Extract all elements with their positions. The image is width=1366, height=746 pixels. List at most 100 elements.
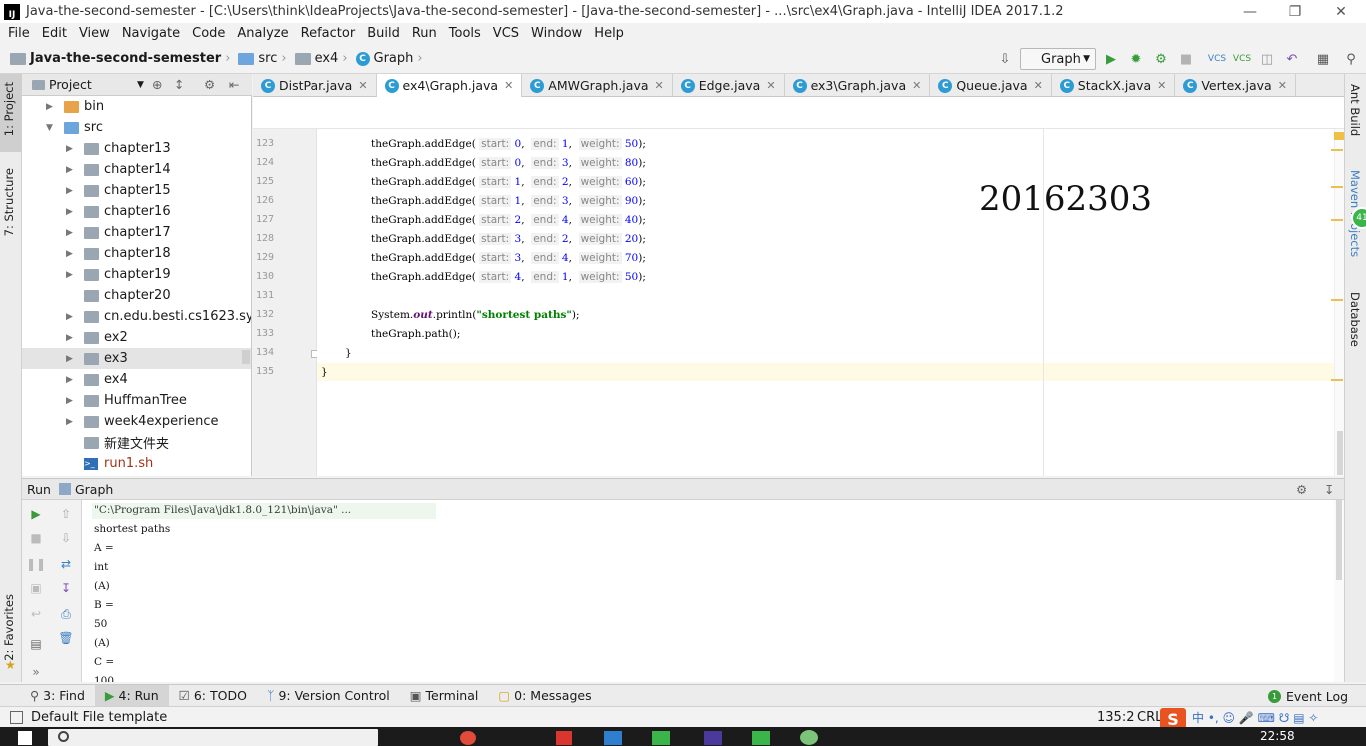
chevron-right-icon[interactable]: ▶ bbox=[66, 186, 73, 196]
editor-tab[interactable]: C Queue.java ✕ bbox=[930, 74, 1052, 97]
tree-item[interactable]: ▶ cn.edu.besti.cs1623.syx230 bbox=[22, 306, 251, 327]
down-arrow-icon[interactable]: ⇩ bbox=[58, 530, 74, 546]
browser-icon[interactable] bbox=[460, 731, 476, 745]
breadcrumb-package[interactable]: ex4 › bbox=[294, 51, 352, 66]
collapse-icon[interactable]: ↕ bbox=[174, 77, 184, 92]
tab-find[interactable]: ⚲ 3: Find bbox=[20, 685, 95, 707]
app-green-icon[interactable] bbox=[652, 731, 670, 745]
close-icon[interactable]: ✕ bbox=[912, 79, 921, 92]
run-config-tab[interactable]: Graph bbox=[75, 482, 113, 497]
editor-tab[interactable]: C Edge.java ✕ bbox=[673, 74, 785, 97]
editor-tab[interactable]: Cex4\Graph.java ✕ bbox=[376, 74, 523, 97]
close-icon[interactable]: ✕ bbox=[1157, 79, 1166, 92]
editor-tab[interactable]: C DistPar.java ✕ bbox=[253, 74, 377, 97]
tree-item[interactable]: ▶ chapter14 bbox=[22, 159, 251, 180]
hide-icon[interactable]: ⇤ bbox=[229, 77, 239, 92]
tree-item[interactable]: ▶ chapter16 bbox=[22, 201, 251, 222]
gear-icon[interactable]: ⚙ bbox=[204, 77, 215, 92]
chevron-right-icon[interactable]: ▶ bbox=[66, 228, 73, 238]
tree-item[interactable]: 新建文件夹 bbox=[22, 432, 251, 453]
search-icon[interactable]: ⚲ bbox=[1342, 50, 1360, 68]
trash-icon[interactable]: 🗑 bbox=[58, 630, 74, 646]
editor-tab[interactable]: C StackX.java ✕ bbox=[1052, 74, 1176, 97]
soft-wrap-icon[interactable]: ⇄ bbox=[58, 556, 74, 572]
minimize-icon[interactable]: — bbox=[1227, 0, 1273, 23]
locate-icon[interactable]: ⊕ bbox=[152, 77, 162, 92]
editor-tab[interactable]: C Vertex.java ✕ bbox=[1175, 74, 1296, 97]
tab-event-log[interactable]: 1 Event Log bbox=[1258, 685, 1358, 707]
tool-tab-ant-build[interactable]: Ant Build bbox=[1348, 84, 1362, 136]
line-separator[interactable]: CRL bbox=[1137, 710, 1162, 725]
restore-icon[interactable]: ❐ bbox=[1272, 0, 1318, 23]
menu-navigate[interactable]: Navigate bbox=[116, 26, 186, 41]
debug-icon[interactable]: ✹ bbox=[1127, 50, 1145, 68]
menu-analyze[interactable]: Analyze bbox=[231, 26, 294, 41]
menu-edit[interactable]: Edit bbox=[36, 26, 73, 41]
editor-scrollbar[interactable] bbox=[1331, 129, 1344, 476]
tool-tab-structure[interactable]: 7: Structure bbox=[2, 168, 16, 236]
tab-messages[interactable]: ▢ 0: Messages bbox=[488, 685, 601, 707]
compare-icon[interactable]: ◫ bbox=[1258, 50, 1276, 68]
revert-icon[interactable]: ↶ bbox=[1283, 50, 1301, 68]
close-icon[interactable]: ✕ bbox=[766, 79, 775, 92]
mail-icon[interactable] bbox=[604, 731, 622, 745]
menu-file[interactable]: File bbox=[2, 26, 36, 41]
menu-tools[interactable]: Tools bbox=[443, 26, 487, 41]
gear-icon[interactable]: ⚙ bbox=[1296, 482, 1307, 497]
up-arrow-icon[interactable]: ⇧ bbox=[58, 506, 74, 522]
stop-icon[interactable]: ■ bbox=[1177, 50, 1195, 68]
breadcrumb-src[interactable]: src › bbox=[238, 51, 290, 66]
caret-position[interactable]: 135:2 bbox=[1097, 710, 1134, 725]
chevron-right-icon[interactable]: ▶ bbox=[66, 249, 73, 259]
menu-refactor[interactable]: Refactor bbox=[295, 26, 362, 41]
tool-windows-icon[interactable] bbox=[10, 710, 23, 724]
chevron-down-icon[interactable]: ▼ bbox=[137, 80, 144, 90]
dump-threads-icon[interactable]: ▣ bbox=[28, 580, 44, 596]
breadcrumb-class[interactable]: C Graph › bbox=[355, 51, 427, 66]
tab-version-control[interactable]: ᛉ 9: Version Control bbox=[257, 685, 400, 707]
tab-todo[interactable]: ☑ 6: TODO bbox=[169, 685, 257, 707]
tool-tab-favorites[interactable]: 2: Favorites bbox=[2, 594, 16, 661]
menu-run[interactable]: Run bbox=[406, 26, 443, 41]
close-icon[interactable]: ✕ bbox=[1278, 79, 1287, 92]
tree-item[interactable]: ▼ src bbox=[22, 117, 251, 138]
run-config-select[interactable]: Graph ▼ bbox=[1020, 48, 1096, 70]
chevron-right-icon[interactable]: ▶ bbox=[46, 102, 53, 112]
chevron-right-icon[interactable]: ▶ bbox=[66, 270, 73, 280]
inspection-marker[interactable] bbox=[1334, 132, 1344, 140]
app-green-icon[interactable] bbox=[752, 731, 770, 745]
more-icon[interactable]: » bbox=[28, 664, 44, 680]
hide-panel-icon[interactable]: ↧ bbox=[1324, 482, 1334, 497]
ime-toolbar[interactable]: 中 •, ☺ 🎤 ⌨ ☋ ▤ ✧ bbox=[1192, 709, 1318, 726]
chevron-right-icon[interactable]: ▶ bbox=[66, 354, 73, 364]
tree-item[interactable]: ▶ HuffmanTree bbox=[22, 390, 251, 411]
chevron-down-icon[interactable]: ▼ bbox=[46, 123, 53, 133]
menu-vcs[interactable]: VCS bbox=[487, 26, 525, 41]
tree-item[interactable]: >_ run1.sh bbox=[22, 453, 251, 474]
layout-icon[interactable]: ▤ bbox=[28, 636, 44, 652]
close-icon[interactable]: ✕ bbox=[1034, 79, 1043, 92]
chevron-right-icon[interactable]: ▶ bbox=[66, 144, 73, 154]
chevron-right-icon[interactable]: ▶ bbox=[66, 375, 73, 385]
scroll-to-end-icon[interactable]: ↧ bbox=[58, 580, 74, 596]
close-window-icon[interactable]: ✕ bbox=[1318, 0, 1364, 23]
taskbar-search[interactable] bbox=[48, 729, 378, 746]
vcs-update-icon[interactable]: VCS bbox=[1208, 50, 1226, 68]
vcs-commit-icon[interactable]: VCS bbox=[1233, 50, 1251, 68]
chevron-right-icon[interactable]: ▶ bbox=[66, 207, 73, 217]
menu-view[interactable]: View bbox=[73, 26, 116, 41]
tool-tab-project[interactable]: 1: Project bbox=[2, 82, 16, 136]
tree-item[interactable]: ▶ ex4 bbox=[22, 369, 251, 390]
chevron-right-icon[interactable]: ▶ bbox=[66, 333, 73, 343]
tree-item[interactable]: ▶ chapter15 bbox=[22, 180, 251, 201]
menu-build[interactable]: Build bbox=[361, 26, 406, 41]
project-panel-title[interactable]: Project bbox=[49, 77, 92, 92]
tree-item[interactable]: chapter20 bbox=[22, 285, 251, 306]
tree-item[interactable]: ▶ chapter18 bbox=[22, 243, 251, 264]
console-scrollbar[interactable] bbox=[1334, 500, 1344, 682]
chevron-right-icon[interactable]: ▶ bbox=[66, 396, 73, 406]
rerun-icon[interactable]: ▶ bbox=[28, 506, 44, 522]
memory-badge[interactable]: 41 bbox=[1351, 207, 1366, 229]
tool-tab-database[interactable]: Database bbox=[1348, 292, 1362, 347]
print-icon[interactable]: ⎙ bbox=[58, 606, 74, 622]
